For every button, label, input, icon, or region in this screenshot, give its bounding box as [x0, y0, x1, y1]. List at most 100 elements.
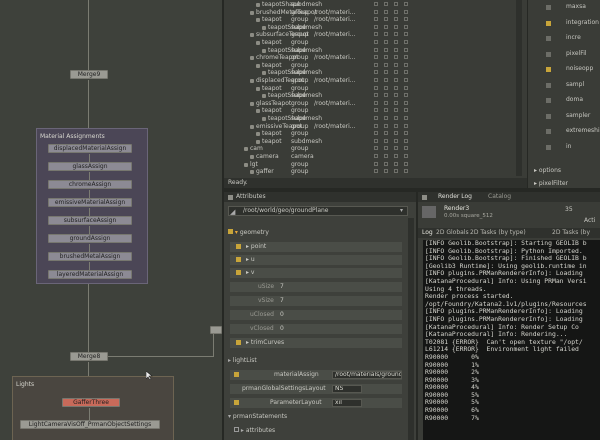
tab-catalog[interactable]: Catalog: [488, 193, 511, 200]
visibility-checkbox[interactable]: [374, 85, 378, 90]
scene-graph-row[interactable]: subsurfaceTeapot group/root/materi...: [224, 31, 524, 38]
visibility-checkbox[interactable]: [374, 154, 378, 158]
scene-graph-row[interactable]: cam group: [224, 145, 524, 152]
visibility-checkbox[interactable]: [394, 55, 398, 60]
visibility-checkbox[interactable]: [404, 9, 408, 14]
visibility-checkbox[interactable]: [374, 24, 378, 29]
scene-graph-row[interactable]: glassTeapot group/root/materi...: [224, 100, 524, 107]
material-assign-node[interactable]: displacedMaterialAssign: [48, 144, 132, 153]
log-subtab[interactable]: Log: [422, 229, 433, 237]
setting-checkbox[interactable]: [546, 5, 551, 10]
tab-attributes[interactable]: Attributes: [236, 193, 266, 200]
visibility-checkbox[interactable]: [374, 93, 378, 98]
visibility-checkbox[interactable]: [374, 9, 378, 14]
visibility-checkbox[interactable]: [394, 62, 398, 67]
visibility-checkbox[interactable]: [374, 138, 378, 143]
visibility-checkbox[interactable]: [394, 108, 398, 113]
visibility-checkbox[interactable]: [384, 85, 388, 90]
visibility-checkbox[interactable]: [394, 47, 398, 52]
render-setting-row[interactable]: in: [532, 142, 598, 152]
visibility-checkbox[interactable]: [374, 161, 378, 166]
offscreen-node[interactable]: [210, 326, 222, 334]
parameterlayout-field[interactable]: xil: [332, 399, 362, 407]
pixelfilter-section[interactable]: ▸ pixelFilter: [534, 180, 568, 187]
render-setting-row[interactable]: doma: [532, 95, 598, 105]
scene-graph-row[interactable]: displacedTeapot group/root/materi...: [224, 77, 524, 84]
actions-menu[interactable]: Acti: [584, 217, 595, 224]
visibility-checkbox[interactable]: [374, 62, 378, 67]
visibility-checkbox[interactable]: [374, 40, 378, 44]
visibility-checkbox[interactable]: [394, 70, 398, 75]
render-setting-row[interactable]: integration: [532, 18, 599, 28]
visibility-checkbox[interactable]: [374, 2, 378, 6]
section-lightlist[interactable]: ▸ lightList: [228, 356, 257, 366]
visibility-checkbox[interactable]: [384, 70, 388, 75]
visibility-checkbox[interactable]: [404, 138, 408, 143]
node-graph-pane[interactable]: Merge9 Material Assignments displacedMat…: [0, 0, 222, 440]
visibility-checkbox[interactable]: [374, 78, 378, 82]
scene-graph-row[interactable]: teapot group: [224, 85, 524, 92]
visibility-checkbox[interactable]: [404, 108, 408, 113]
attr-row-u[interactable]: ▸ u: [230, 255, 402, 265]
attr-row-vsize[interactable]: vSize 7: [230, 296, 402, 306]
render-thumbnail[interactable]: [422, 206, 436, 218]
visibility-checkbox[interactable]: [394, 169, 398, 174]
setting-checkbox[interactable]: [546, 67, 551, 72]
scene-graph-row[interactable]: teapotShape subdmesh: [224, 92, 524, 99]
visibility-checkbox[interactable]: [384, 24, 388, 29]
visibility-checkbox[interactable]: [384, 40, 388, 44]
visibility-checkbox[interactable]: [394, 93, 398, 98]
visibility-checkbox[interactable]: [394, 2, 398, 6]
visibility-checkbox[interactable]: [394, 78, 398, 82]
attr-row-v[interactable]: ▸ v: [230, 268, 402, 278]
setting-checkbox[interactable]: [546, 129, 551, 134]
visibility-checkbox[interactable]: [384, 138, 388, 143]
light-camera-settings-node[interactable]: LightCameraVisOff_PrmanObjectSettings: [20, 420, 160, 429]
visibility-checkbox[interactable]: [374, 100, 378, 105]
visibility-checkbox[interactable]: [384, 169, 388, 174]
visibility-checkbox[interactable]: [404, 78, 408, 82]
render-setting-row[interactable]: maxsa: [532, 2, 598, 12]
scene-graph-row[interactable]: teapot subdmesh: [224, 138, 524, 145]
visibility-checkbox[interactable]: [404, 123, 408, 128]
visibility-checkbox[interactable]: [404, 93, 408, 98]
visibility-checkbox[interactable]: [374, 47, 378, 52]
setting-checkbox[interactable]: [546, 144, 551, 150]
visibility-checkbox[interactable]: [384, 9, 388, 14]
setting-checkbox[interactable]: [546, 113, 551, 119]
scene-graph-row[interactable]: teapotShape subdmesh: [224, 47, 524, 54]
visibility-checkbox[interactable]: [384, 161, 388, 166]
scene-graph-row[interactable]: teapot group: [224, 130, 524, 137]
visibility-checkbox[interactable]: [404, 2, 408, 6]
visibility-checkbox[interactable]: [384, 62, 388, 67]
visibility-checkbox[interactable]: [404, 47, 408, 52]
material-assign-node[interactable]: brushedMetalAssign: [48, 252, 132, 261]
visibility-checkbox[interactable]: [394, 100, 398, 105]
visibility-checkbox[interactable]: [394, 138, 398, 143]
render-setting-row[interactable]: noiseopp: [532, 64, 598, 74]
scene-graph-row[interactable]: teapotShape subdmesh: [224, 24, 524, 31]
material-assign-node[interactable]: glassAssign: [48, 162, 132, 171]
checkbox[interactable]: [234, 427, 239, 432]
render-setting-row[interactable]: sampler: [532, 111, 598, 121]
log-subtab[interactable]: 2D Tasks (by type): [470, 229, 526, 237]
material-assign-node[interactable]: chromeAssign: [48, 180, 132, 189]
attr-row-materialassign[interactable]: materialAssign/root/materials/ground: [230, 370, 402, 380]
visibility-checkbox[interactable]: [384, 47, 388, 52]
material-assign-node[interactable]: layeredMaterialAssign: [48, 270, 132, 279]
visibility-checkbox[interactable]: [404, 40, 408, 44]
merge9-node[interactable]: Merge9: [70, 70, 108, 79]
visibility-checkbox[interactable]: [404, 24, 408, 29]
scene-graph-row[interactable]: emissiveTeapot group/root/materi...: [224, 123, 524, 130]
visibility-checkbox[interactable]: [404, 161, 408, 166]
visibility-checkbox[interactable]: [384, 17, 388, 22]
attr-row-vclosed[interactable]: vClosed 0: [230, 324, 402, 334]
visibility-checkbox[interactable]: [394, 154, 398, 158]
visibility-checkbox[interactable]: [404, 17, 408, 22]
visibility-checkbox[interactable]: [384, 116, 388, 120]
setting-checkbox[interactable]: [546, 36, 551, 41]
render-setting-row[interactable]: extremeshi: [532, 126, 600, 136]
visibility-checkbox[interactable]: [404, 116, 408, 120]
visibility-checkbox[interactable]: [404, 85, 408, 90]
tab-render-log[interactable]: Render Log: [438, 193, 472, 200]
